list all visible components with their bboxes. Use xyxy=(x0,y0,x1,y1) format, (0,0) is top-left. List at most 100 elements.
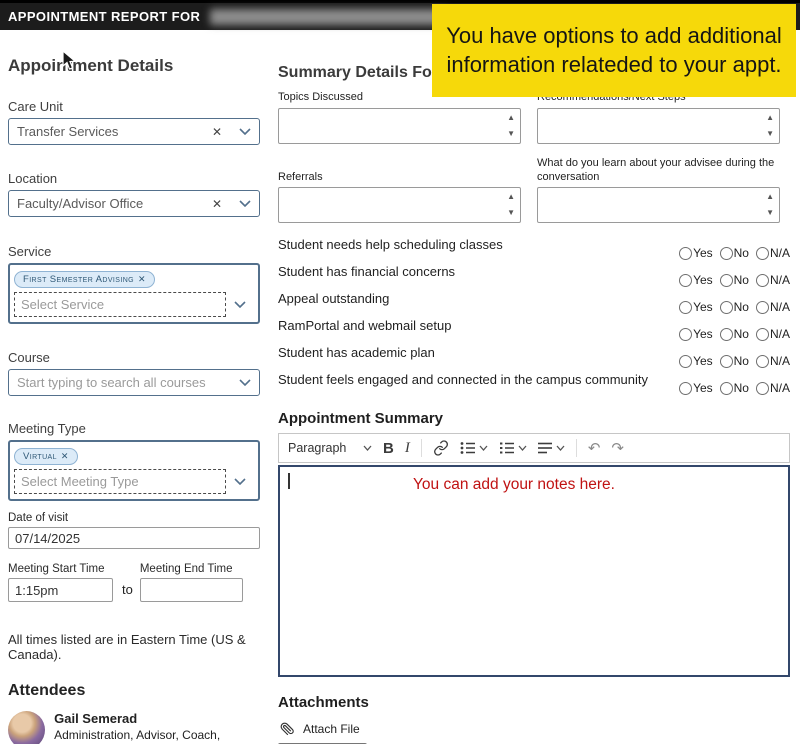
radio-yes[interactable]: Yes xyxy=(679,273,713,287)
care-unit-clear-icon[interactable]: ✕ xyxy=(203,125,231,139)
meeting-end-time-input[interactable] xyxy=(140,578,243,602)
editor-toolbar: Paragraph B I xyxy=(278,433,790,463)
annotation-callout-text: You have options to add additional infor… xyxy=(446,22,782,78)
bold-button[interactable]: B xyxy=(383,440,394,457)
service-chevron-down-icon[interactable] xyxy=(226,301,254,308)
question-label: Student needs help scheduling classes xyxy=(278,237,511,252)
radio-na[interactable]: N/A xyxy=(756,300,790,314)
alignment-button[interactable] xyxy=(538,442,565,454)
course-label: Course xyxy=(8,350,260,365)
radio-na[interactable]: N/A xyxy=(756,273,790,287)
meeting-start-time-input[interactable] xyxy=(8,578,113,602)
radio-no[interactable]: No xyxy=(720,300,749,314)
summary-details-panel: Summary Details For Topics Discussed ▲ ▼… xyxy=(278,30,790,744)
question-row: Student feels engaged and connected in t… xyxy=(278,372,790,395)
meeting-end-time-label: Meeting End Time xyxy=(140,563,243,575)
location-select[interactable]: Faculty/Advisor Office ✕ xyxy=(8,190,260,217)
radio-na[interactable]: N/A xyxy=(756,327,790,341)
recommendations-input[interactable]: ▲ ▼ xyxy=(537,108,780,144)
meeting-type-label: Meeting Type xyxy=(8,421,260,436)
meeting-type-placeholder-area[interactable]: Select Meeting Type xyxy=(14,469,226,494)
care-unit-select[interactable]: Transfer Services ✕ xyxy=(8,118,260,145)
referrals-input[interactable]: ▲ ▼ xyxy=(278,187,521,223)
date-of-visit-label: Date of visit xyxy=(8,512,260,524)
bullet-list-button[interactable] xyxy=(460,441,488,455)
recommendations-spinner-down-icon[interactable]: ▼ xyxy=(766,130,774,138)
radio-na[interactable]: N/A xyxy=(756,354,790,368)
align-text-icon xyxy=(538,442,553,454)
radio-na[interactable]: N/A xyxy=(756,246,790,260)
radio-yes[interactable]: Yes xyxy=(679,300,713,314)
advisee-learn-input[interactable]: ▲ ▼ xyxy=(537,187,780,223)
questions-block: Student needs help scheduling classes Ye… xyxy=(278,237,790,395)
recommendations-spinner-up-icon[interactable]: ▲ xyxy=(766,114,774,122)
service-chip-remove-icon[interactable]: ✕ xyxy=(138,274,146,285)
care-unit-chevron-down-icon[interactable] xyxy=(231,128,259,135)
topics-discussed-input[interactable]: ▲ ▼ xyxy=(278,108,521,144)
advisee-learn-spinner-up-icon[interactable]: ▲ xyxy=(766,193,774,201)
radio-na[interactable]: N/A xyxy=(756,381,790,395)
radio-yes[interactable]: Yes xyxy=(679,354,713,368)
question-row: Student has financial concerns Yes No N/… xyxy=(278,264,790,287)
link-button[interactable] xyxy=(433,440,449,456)
service-chip[interactable]: First Semester Advising ✕ xyxy=(14,271,155,288)
undo-button[interactable]: ↶ xyxy=(588,439,601,457)
paragraph-style-dropdown[interactable]: Paragraph xyxy=(288,441,372,455)
annotation-callout: You have options to add additional infor… xyxy=(432,4,796,97)
chevron-down-icon xyxy=(363,445,372,451)
meeting-type-multiselect[interactable]: Virtual ✕ Select Meeting Type xyxy=(8,440,260,501)
attach-file-label: Attach File xyxy=(303,722,360,736)
paragraph-style-value: Paragraph xyxy=(288,441,346,455)
location-value: Faculty/Advisor Office xyxy=(9,196,203,211)
redacted-student-name xyxy=(210,9,448,25)
appointment-details-panel: Appointment Details Care Unit Transfer S… xyxy=(8,30,260,744)
question-label: Student has academic plan xyxy=(278,345,443,360)
toolbar-divider xyxy=(421,439,422,457)
radio-no[interactable]: No xyxy=(720,354,749,368)
topics-spinner-down-icon[interactable]: ▼ xyxy=(507,130,515,138)
question-row: Student has academic plan Yes No N/A xyxy=(278,345,790,368)
care-unit-label: Care Unit xyxy=(8,99,260,114)
meeting-start-time-label: Meeting Start Time xyxy=(8,563,113,575)
radio-no[interactable]: No xyxy=(720,273,749,287)
attendee-name: Gail Semerad xyxy=(54,711,260,726)
service-placeholder-area[interactable]: Select Service xyxy=(14,292,226,317)
radio-yes[interactable]: Yes xyxy=(679,381,713,395)
location-clear-icon[interactable]: ✕ xyxy=(203,197,231,211)
question-radio-group: Yes No N/A xyxy=(679,273,790,287)
service-chip-text: First Semester Advising xyxy=(23,274,134,285)
date-of-visit-input[interactable] xyxy=(8,527,260,549)
appointment-report-page: APPOINTMENT REPORT FOR You have options … xyxy=(0,0,800,744)
radio-no[interactable]: No xyxy=(720,381,749,395)
attendee-avatar xyxy=(8,711,45,744)
advisee-learn-spinner-down-icon[interactable]: ▼ xyxy=(766,209,774,217)
service-multiselect[interactable]: First Semester Advising ✕ Select Service xyxy=(8,263,260,324)
timezone-note: All times listed are in Eastern Time (US… xyxy=(8,632,260,662)
radio-yes[interactable]: Yes xyxy=(679,246,713,260)
meeting-type-chip-remove-icon[interactable]: ✕ xyxy=(61,451,69,462)
referrals-spinner-down-icon[interactable]: ▼ xyxy=(507,209,515,217)
appointment-summary-editor[interactable]: You can add your notes here. xyxy=(278,465,790,677)
radio-yes[interactable]: Yes xyxy=(679,327,713,341)
location-label: Location xyxy=(8,171,260,186)
advisee-learn-label: What do you learn about your advisee dur… xyxy=(537,157,780,185)
numbered-list-button[interactable] xyxy=(499,441,527,455)
redo-button[interactable]: ↷ xyxy=(611,439,624,457)
summary-details-heading: Summary Details For xyxy=(278,64,438,82)
radio-no[interactable]: No xyxy=(720,246,749,260)
attendee-roles: Administration, Advisor, Coach, Student xyxy=(54,728,260,744)
course-select[interactable]: Start typing to search all courses xyxy=(8,369,260,396)
referrals-spinner-up-icon[interactable]: ▲ xyxy=(507,193,515,201)
meeting-type-chevron-down-icon[interactable] xyxy=(226,478,254,485)
question-radio-group: Yes No N/A xyxy=(679,300,790,314)
question-label: Appeal outstanding xyxy=(278,291,397,306)
location-chevron-down-icon[interactable] xyxy=(231,200,259,207)
topics-spinner-up-icon[interactable]: ▲ xyxy=(507,114,515,122)
attach-file-control[interactable]: Attach File xyxy=(278,722,790,736)
radio-no[interactable]: No xyxy=(720,327,749,341)
meeting-type-chip-text: Virtual xyxy=(23,451,57,462)
course-chevron-down-icon[interactable] xyxy=(231,379,259,386)
meeting-type-chip[interactable]: Virtual ✕ xyxy=(14,448,78,465)
italic-button[interactable]: I xyxy=(405,440,410,457)
numbered-list-icon xyxy=(499,441,515,455)
